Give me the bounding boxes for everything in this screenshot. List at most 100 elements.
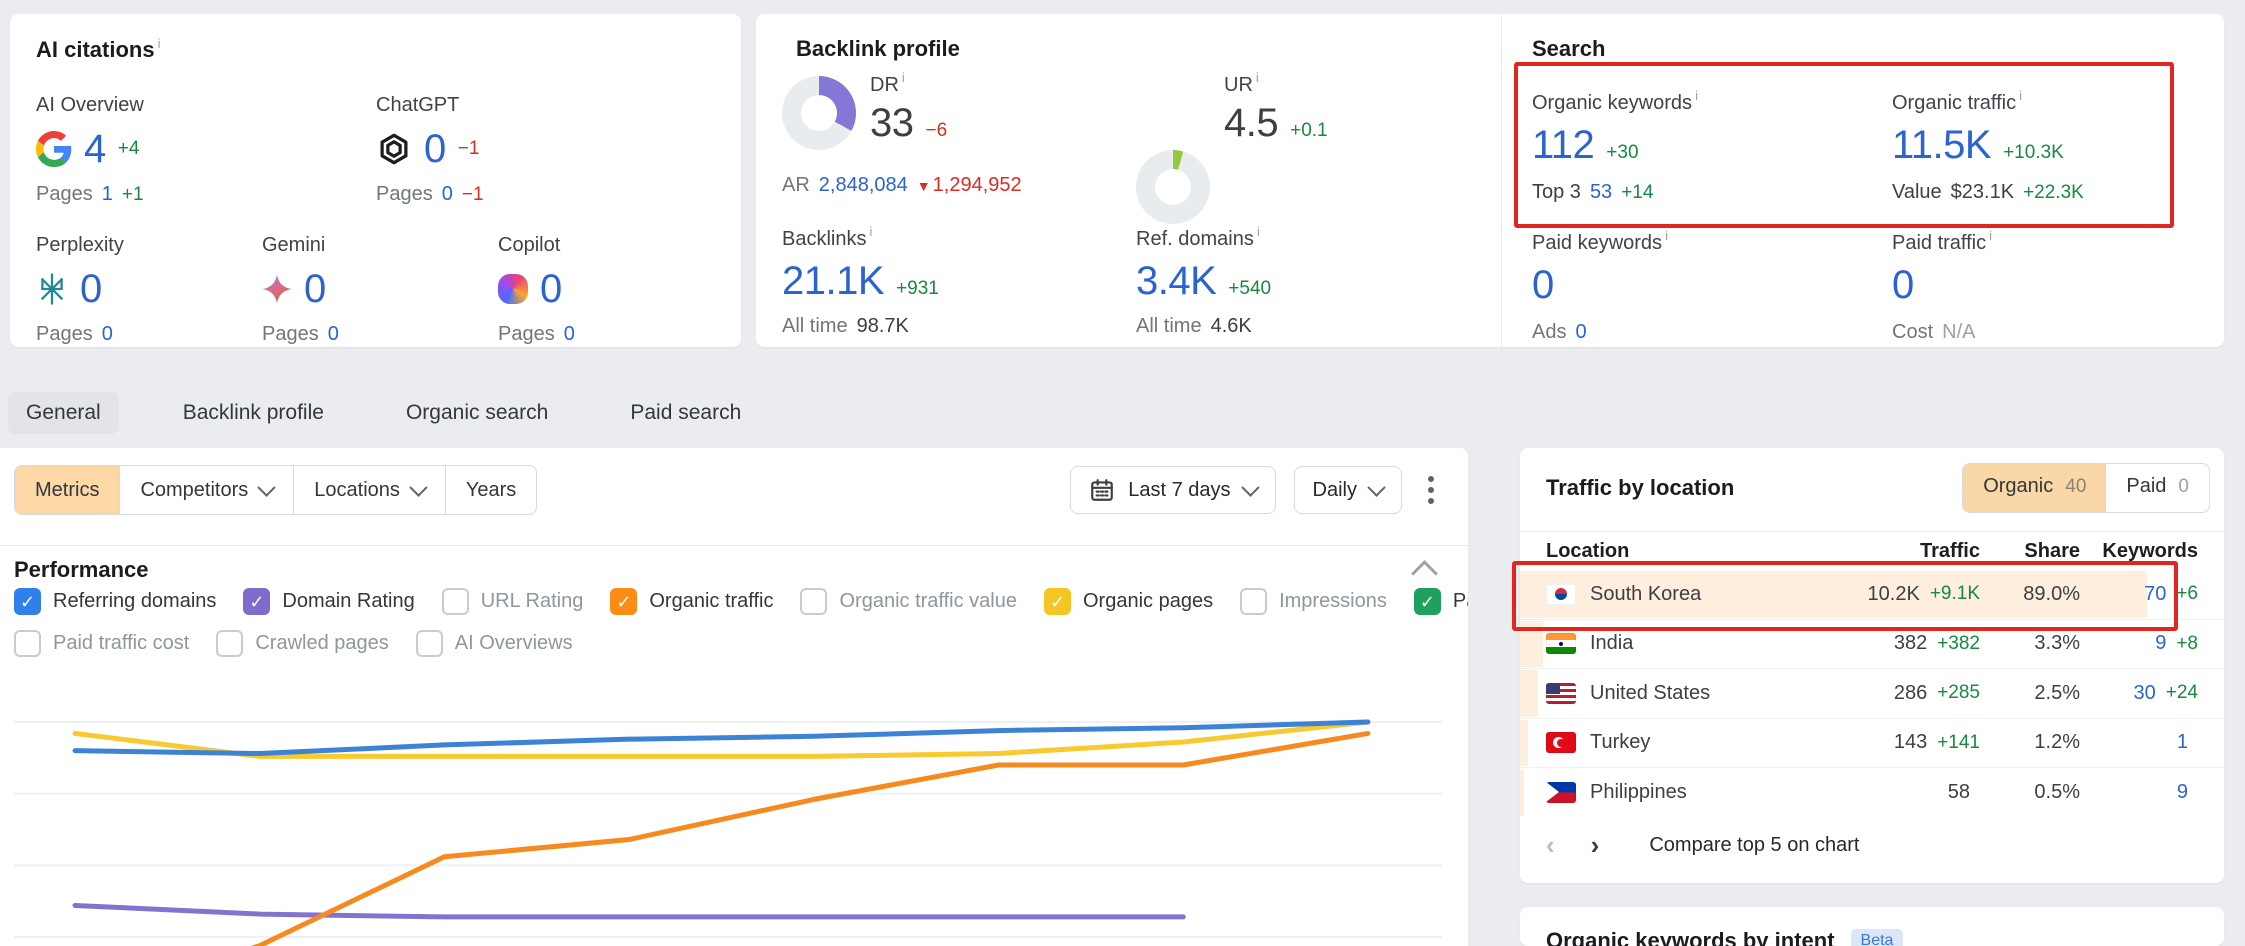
tab-general[interactable]: General — [8, 392, 119, 434]
chatgpt-count[interactable]: 0 — [424, 127, 446, 171]
keywords-link[interactable]: 1 — [2177, 731, 2188, 754]
pages-count[interactable]: 0 — [328, 323, 339, 346]
info-icon[interactable]: i — [2019, 88, 2022, 103]
tab-paid-search[interactable]: Paid search — [612, 392, 759, 434]
pages-count[interactable]: 0 — [102, 323, 113, 346]
checkbox-organic-pages[interactable]: ✓ Organic pages — [1044, 588, 1213, 615]
table-row-turkey[interactable]: Turkey 143+141 1.2% 1 — [1520, 718, 2224, 768]
ai-overview-count[interactable]: 4 — [84, 127, 106, 171]
checkbox-organic-traffic[interactable]: ✓ Organic traffic — [610, 588, 773, 615]
checkbox-impressions[interactable]: ✓ Impressions — [1240, 588, 1387, 615]
gemini-count[interactable]: 0 — [304, 267, 326, 311]
info-icon[interactable]: i — [1695, 88, 1698, 103]
down-arrow-icon: ▼ — [917, 178, 931, 194]
checkbox-organic-traffic-value[interactable]: ✓ Organic traffic value — [800, 588, 1017, 615]
metric-perplexity: Perplexity 0 Pages 0 — [36, 234, 124, 346]
philippines-flag-icon — [1546, 782, 1576, 803]
keywords-link[interactable]: 70 — [2144, 583, 2166, 606]
ai-citations-card: AI citationsi AI Overview 4 +4 Pages 1 +… — [10, 14, 741, 347]
backlink-and-search-card: Backlink profile DRi 33 −6 AR 2,848,084 … — [756, 14, 2224, 347]
chart-toolbar: Metrics Competitors Locations Years Last… — [14, 466, 1442, 514]
section-divider — [1501, 14, 1502, 347]
copilot-icon — [498, 274, 528, 304]
tab-backlink-profile[interactable]: Backlink profile — [165, 392, 342, 434]
location-table-header: Location Traffic Share Keywords — [1546, 540, 2198, 563]
paid-traffic-value[interactable]: 0 — [1892, 263, 1914, 307]
keywords-by-intent-title: Organic keywords by intent — [1546, 928, 1835, 946]
performance-title: Performance — [14, 557, 149, 583]
ref-domains-value[interactable]: 3.4K — [1136, 259, 1216, 303]
collapse-icon[interactable] — [1411, 560, 1438, 587]
granularity-button[interactable]: Daily — [1294, 466, 1402, 514]
checkbox-crawled-pages[interactable]: ✓ Crawled pages — [216, 630, 388, 657]
metric-checkbox-row-1: ✓ Referring domains ✓ Domain Rating ✓ UR… — [14, 588, 1468, 615]
paid-keywords-metric: Paid keywordsi 0 Ads 0 — [1532, 228, 1668, 344]
ai-citations-title: AI citationsi — [36, 36, 160, 63]
toggle-paid[interactable]: Paid 0 — [2106, 464, 2209, 512]
organic-traffic-metric: Organic traffici 11.5K +10.3K Value $23.… — [1892, 88, 2084, 204]
checkbox-domain-rating[interactable]: ✓ Domain Rating — [243, 588, 414, 615]
backlink-profile-title: Backlink profile — [796, 36, 960, 62]
check-icon: ✓ — [20, 593, 35, 611]
backlinks-metric: Backlinksi 21.1K +931 All time 98.7K — [782, 224, 939, 338]
info-icon[interactable]: i — [1989, 228, 1992, 243]
paid-traffic-metric: Paid traffici 0 Cost N/A — [1892, 228, 1992, 344]
table-row-united-states[interactable]: United States 286+285 2.5% 30+24 — [1520, 668, 2224, 718]
tab-organic-search[interactable]: Organic search — [388, 392, 566, 434]
chevron-down-icon — [258, 478, 276, 496]
google-icon — [36, 131, 72, 167]
info-icon[interactable]: i — [1257, 224, 1260, 239]
performance-line-chart[interactable] — [0, 672, 1468, 946]
keywords-link[interactable]: 9 — [2177, 781, 2188, 804]
competitors-button[interactable]: Competitors — [119, 466, 293, 514]
date-range-button[interactable]: Last 7 days — [1070, 466, 1275, 514]
check-icon: ✓ — [1420, 593, 1435, 611]
compare-top5-link[interactable]: Compare top 5 on chart — [1649, 834, 1859, 857]
calendar-icon — [1089, 477, 1115, 503]
chevron-down-icon — [1241, 478, 1259, 496]
header-divider — [1520, 531, 2224, 532]
copilot-count[interactable]: 0 — [540, 267, 562, 311]
keywords-link[interactable]: 9 — [2155, 632, 2166, 655]
checkbox-ai-overviews[interactable]: ✓ AI Overviews — [416, 630, 573, 657]
next-page-icon[interactable]: › — [1591, 832, 1600, 858]
info-icon[interactable]: i — [1665, 228, 1668, 243]
keywords-link[interactable]: 30 — [2134, 682, 2156, 705]
chart-line-domain-rating — [75, 905, 1183, 916]
more-options-icon[interactable] — [1420, 468, 1442, 512]
previous-page-icon[interactable]: ‹ — [1546, 832, 1555, 858]
table-row-south-korea[interactable]: South Korea 10.2K+9.1K 89.0% 70+6 — [1520, 570, 2224, 619]
organic-keywords-value[interactable]: 112 — [1532, 123, 1594, 167]
metrics-button[interactable]: Metrics — [15, 466, 119, 514]
pages-count[interactable]: 0 — [564, 323, 575, 346]
info-icon[interactable]: i — [158, 36, 161, 51]
backlinks-value[interactable]: 21.1K — [782, 259, 884, 303]
ar-value[interactable]: 2,848,084 — [819, 174, 908, 197]
gemini-icon — [262, 274, 292, 304]
checkbox-paid-traffic[interactable]: ✓ Paid traffic — [1414, 588, 1468, 615]
years-button[interactable]: Years — [445, 466, 536, 514]
checkbox-paid-traffic-cost[interactable]: ✓ Paid traffic cost — [14, 630, 189, 657]
chevron-down-icon — [409, 478, 427, 496]
perplexity-count[interactable]: 0 — [80, 267, 102, 311]
locations-button[interactable]: Locations — [293, 466, 445, 514]
top3-count[interactable]: 53 — [1590, 181, 1612, 204]
table-row-india[interactable]: India 382+382 3.3% 9+8 — [1520, 619, 2224, 669]
chart-line-referring-domains — [75, 722, 1368, 754]
pages-count[interactable]: 0 — [442, 183, 453, 206]
check-icon: ✓ — [249, 593, 264, 611]
info-icon[interactable]: i — [1256, 70, 1259, 85]
table-row-philippines[interactable]: Philippines 58 0.5% 9 — [1520, 767, 2224, 817]
checkbox-url-rating[interactable]: ✓ URL Rating — [442, 588, 584, 615]
pages-count[interactable]: 1 — [102, 183, 113, 206]
ur-donut-gauge — [1136, 150, 1210, 224]
info-icon[interactable]: i — [902, 70, 905, 85]
paid-keywords-value[interactable]: 0 — [1532, 263, 1554, 307]
ads-count[interactable]: 0 — [1575, 321, 1586, 344]
info-icon[interactable]: i — [869, 224, 872, 239]
analytics-dashboard: { "icons": { "info": "i", "down_arrow": … — [0, 0, 2245, 946]
section-tabs: General Backlink profile Organic search … — [8, 391, 759, 435]
toggle-organic[interactable]: Organic 40 — [1963, 464, 2106, 512]
checkbox-referring-domains[interactable]: ✓ Referring domains — [14, 588, 216, 615]
organic-traffic-value[interactable]: 11.5K — [1892, 123, 1991, 167]
